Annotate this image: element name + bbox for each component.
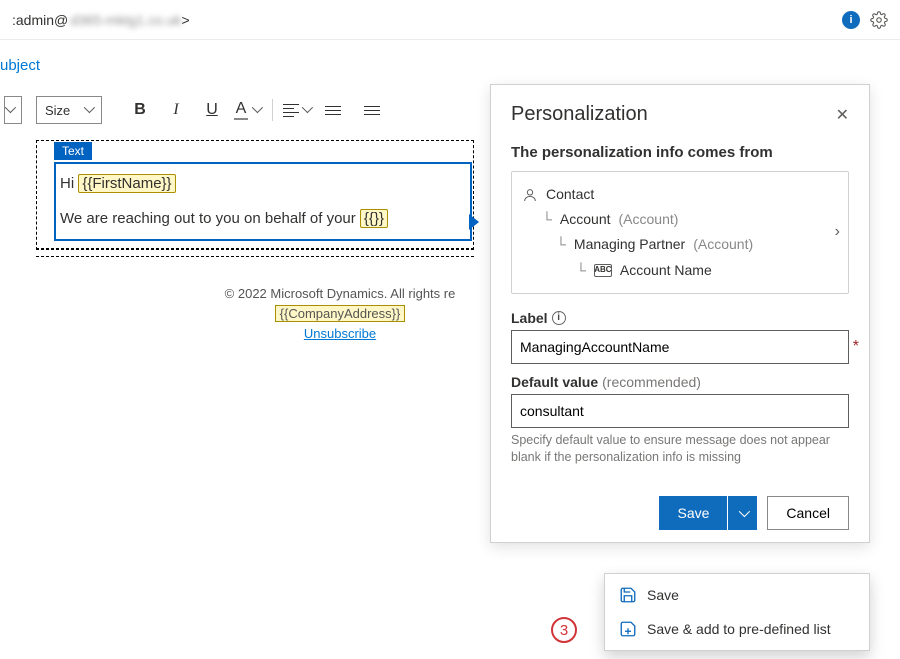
- subject-placeholder: ubject: [0, 57, 40, 74]
- default-value-hint: (recommended): [602, 374, 701, 390]
- font-family-select[interactable]: [4, 96, 22, 124]
- dropdown-save-predefined[interactable]: Save & add to pre-defined list: [605, 612, 869, 646]
- text-content-block[interactable]: Hi {{FirstName}} We are reaching out to …: [54, 162, 472, 241]
- chevron-right-icon[interactable]: ›: [835, 223, 840, 241]
- block-type-tag: Text: [54, 142, 92, 160]
- numbered-list-button[interactable]: [317, 96, 349, 124]
- save-dropdown-menu: Save Save & add to pre-defined list: [604, 573, 870, 651]
- save-split-toggle[interactable]: [727, 496, 757, 530]
- settings-icon[interactable]: [870, 11, 888, 29]
- unsubscribe-link[interactable]: Unsubscribe: [170, 326, 510, 341]
- save-add-icon: [619, 620, 637, 638]
- dotted-divider: [36, 256, 474, 257]
- email-footer: © 2022 Microsoft Dynamics. All rights re…: [170, 286, 510, 341]
- close-icon[interactable]: ✕: [836, 105, 849, 125]
- chevron-down-icon: [252, 105, 262, 115]
- dropdown-save-label: Save: [647, 587, 679, 603]
- info-icon[interactable]: i: [552, 311, 566, 325]
- tree-managing: Managing Partner: [574, 232, 685, 257]
- size-label: Size: [45, 103, 70, 118]
- info-icon[interactable]: i: [842, 11, 860, 29]
- bold-button[interactable]: B: [124, 96, 156, 124]
- company-address-token[interactable]: {{CompanyAddress}}: [275, 305, 406, 322]
- dropdown-save[interactable]: Save: [605, 578, 869, 612]
- label-input[interactable]: [511, 330, 849, 364]
- tree-managing-type: (Account): [693, 232, 753, 257]
- dotted-divider: [36, 248, 474, 249]
- field-icon: ABC: [594, 264, 612, 277]
- panel-title: Personalization: [511, 103, 648, 126]
- required-indicator: *: [853, 338, 859, 356]
- default-value-input[interactable]: [511, 394, 849, 428]
- body-text: Hi: [60, 175, 78, 192]
- firstname-token[interactable]: {{FirstName}}: [78, 174, 175, 193]
- from-email-suffix: >: [182, 12, 190, 28]
- save-button[interactable]: Save: [659, 496, 727, 530]
- panel-subtitle: The personalization info comes from: [511, 144, 849, 161]
- chevron-down-icon: [739, 509, 747, 517]
- tree-line: └: [542, 207, 552, 232]
- chevron-down-icon: [302, 105, 312, 115]
- separator: [272, 99, 273, 121]
- tree-line: └: [576, 258, 586, 283]
- default-value-label: Default value: [511, 374, 598, 390]
- subject-row[interactable]: ubject: [0, 40, 900, 90]
- align-button[interactable]: [281, 96, 313, 124]
- tree-contact: Contact: [546, 182, 594, 207]
- info-source-tree[interactable]: Contact └ Account (Account) └ Managing P…: [511, 171, 849, 294]
- font-size-select[interactable]: Size: [36, 96, 102, 124]
- from-email-domain: d365-mktg1.co.uk: [68, 12, 181, 28]
- cancel-button[interactable]: Cancel: [767, 496, 849, 530]
- dropdown-save-predefined-label: Save & add to pre-defined list: [647, 621, 831, 637]
- tree-account: Account: [560, 207, 611, 232]
- label-field-label: Label: [511, 310, 548, 326]
- underline-button[interactable]: U: [196, 96, 228, 124]
- from-email-prefix: :admin@: [12, 12, 68, 28]
- copyright-text: © 2022 Microsoft Dynamics. All rights re: [170, 286, 510, 301]
- italic-button[interactable]: I: [160, 96, 192, 124]
- tutorial-callout-3: 3: [551, 617, 577, 643]
- body-text: We are reaching out to you on behalf of …: [60, 210, 360, 227]
- save-icon: [619, 586, 637, 604]
- tree-line: └: [556, 232, 566, 257]
- header-bar: :admin@ d365-mktg1.co.uk > i: [0, 0, 900, 40]
- tree-accountname: Account Name: [620, 258, 712, 283]
- help-text: Specify default value to ensure message …: [511, 432, 849, 466]
- bullet-list-button[interactable]: [353, 96, 391, 124]
- tree-account-type: (Account): [619, 207, 679, 232]
- panel-actions: Save Cancel: [511, 476, 849, 542]
- personalization-panel: Personalization ✕ The personalization in…: [490, 84, 870, 543]
- empty-token[interactable]: {{}}: [360, 209, 388, 228]
- chevron-down-icon: [5, 105, 13, 115]
- chevron-down-icon: [84, 105, 93, 115]
- contact-icon: [522, 187, 538, 203]
- font-color-button[interactable]: A: [232, 96, 264, 124]
